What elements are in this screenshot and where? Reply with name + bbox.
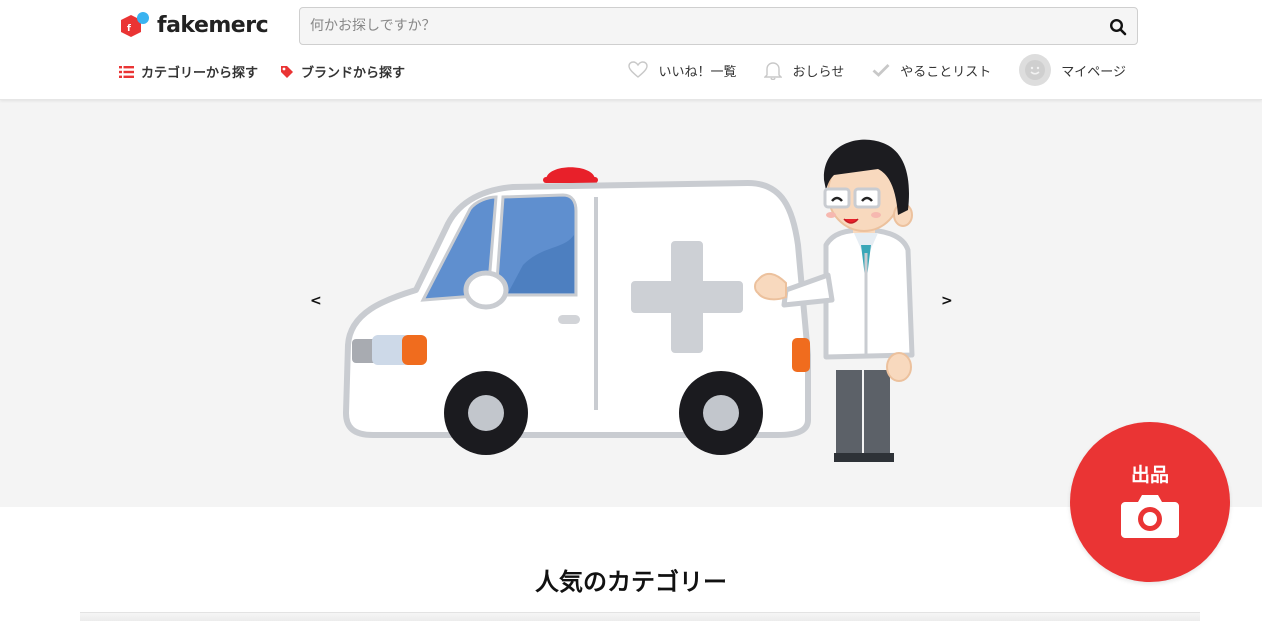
brand-browse-label: ブランドから探す xyxy=(301,66,406,81)
carousel-prev-button[interactable]: < xyxy=(310,293,322,309)
category-browse-label: カテゴリーから探す xyxy=(141,66,259,81)
heart-icon xyxy=(628,61,649,78)
logo-mark-icon: f xyxy=(121,12,149,37)
bell-icon xyxy=(764,61,783,80)
todo-link[interactable]: やることリスト xyxy=(872,61,991,80)
mypage-link[interactable]: マイページ xyxy=(1019,54,1126,86)
popular-categories-title: 人気のカテゴリー xyxy=(535,568,727,596)
list-icon xyxy=(119,65,134,78)
notifications-link[interactable]: おしらせ xyxy=(764,61,844,80)
ambulance-doctor-illustration xyxy=(343,139,915,462)
sell-button[interactable]: 出品 xyxy=(1070,422,1230,582)
sell-button-label: 出品 xyxy=(1130,464,1169,486)
check-icon xyxy=(872,64,890,77)
likes-link[interactable]: いいね！一覧 xyxy=(628,61,736,80)
browse-nav: カテゴリーから探す ブランドから探す xyxy=(119,62,405,81)
smiley-face-icon xyxy=(1025,60,1046,80)
mypage-label: マイページ xyxy=(1061,64,1126,80)
brand-name: fakemerc xyxy=(157,12,269,38)
category-list-top-edge xyxy=(80,612,1200,621)
likes-label: いいね！一覧 xyxy=(658,64,737,80)
brand-browse-link[interactable]: ブランドから探す xyxy=(280,62,405,81)
carousel-next-button[interactable]: > xyxy=(941,293,953,309)
hero-carousel[interactable]: < > xyxy=(0,100,1262,507)
category-browse-link[interactable]: カテゴリーから探す xyxy=(119,62,258,81)
search-icon[interactable] xyxy=(1109,18,1127,36)
avatar xyxy=(1019,54,1052,86)
notifications-label: おしらせ xyxy=(792,64,845,80)
user-nav: いいね！一覧 おしらせ やることリスト マイページ xyxy=(628,54,1126,86)
camera-icon xyxy=(1121,495,1179,538)
search-bar xyxy=(299,7,1138,45)
search-input[interactable] xyxy=(310,8,1100,44)
todo-label: やることリスト xyxy=(900,64,992,80)
svg-text:f: f xyxy=(127,24,131,34)
logo[interactable]: f fakemerc xyxy=(119,11,269,39)
tag-icon xyxy=(281,65,294,78)
header: f fakemerc カテゴリーから探す ブランドから探す xyxy=(0,0,1262,100)
